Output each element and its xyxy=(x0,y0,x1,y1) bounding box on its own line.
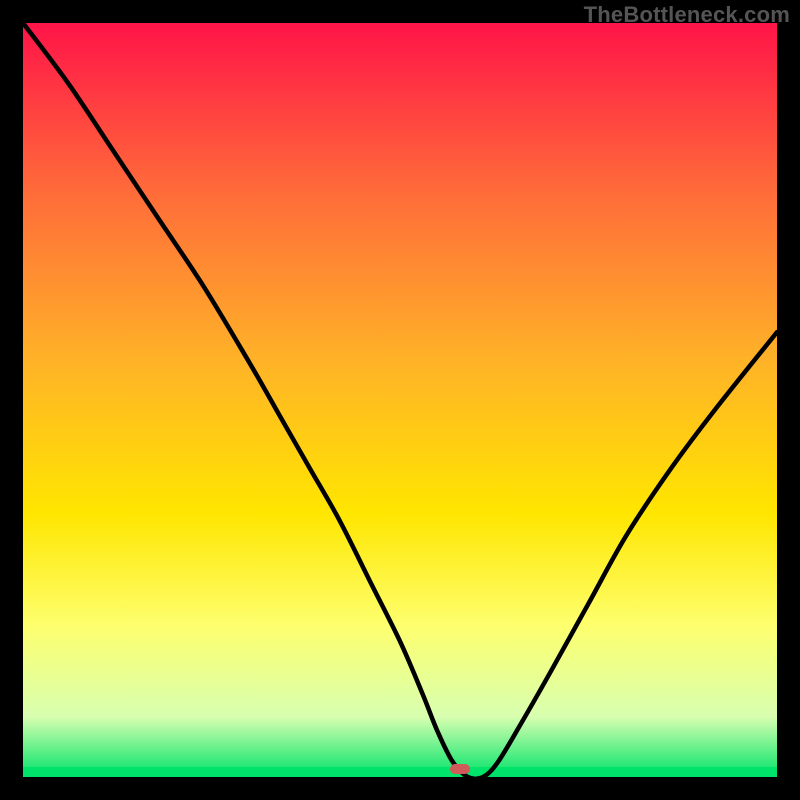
gradient-background xyxy=(23,23,777,777)
chart-frame: TheBottleneck.com xyxy=(0,0,800,800)
plot-area xyxy=(23,23,777,777)
optimal-point-marker xyxy=(450,764,470,774)
watermark-text: TheBottleneck.com xyxy=(584,2,790,28)
green-baseline xyxy=(23,767,777,777)
